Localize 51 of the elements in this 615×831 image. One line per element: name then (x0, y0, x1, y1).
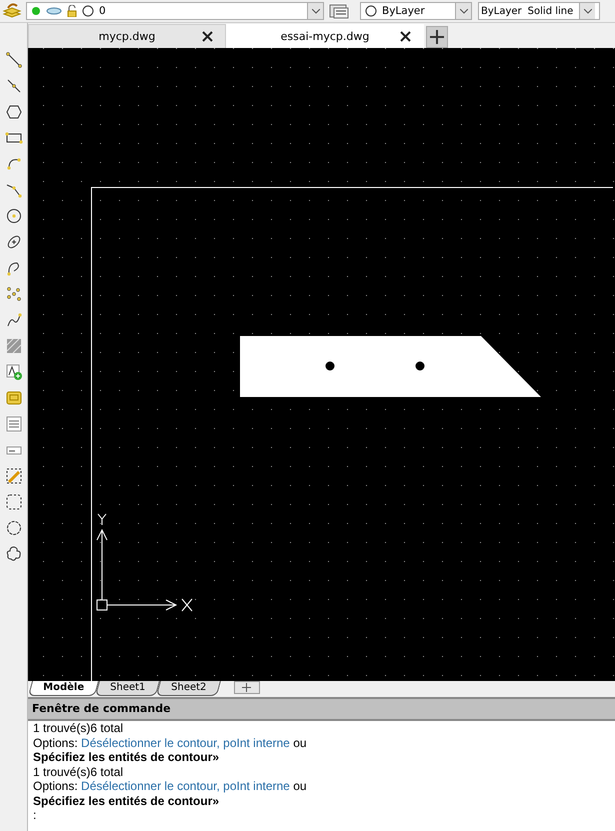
line-icon[interactable] (4, 51, 22, 69)
options-separator: ou (293, 779, 307, 793)
caret-icon (460, 8, 468, 14)
caret-icon (584, 8, 592, 14)
command-output: 1 trouvé(s)6 total (33, 721, 124, 736)
close-icon[interactable] (400, 31, 411, 42)
layout-tab[interactable]: Modèle (28, 681, 99, 696)
layer-name: 0 (99, 5, 106, 17)
file-tab[interactable]: essai-mycp.dwg (226, 24, 424, 48)
paragraph-icon[interactable] (4, 415, 22, 433)
layer-states-icon[interactable] (328, 2, 350, 20)
color-circle-icon (365, 5, 377, 17)
color-circle-icon (82, 5, 94, 17)
command-prompt: Spécifiez les entités de contour» (33, 794, 220, 808)
command-window-title: Fenêtre de commande (28, 697, 615, 721)
padlock-icon (67, 5, 77, 17)
options-separator: ou (293, 736, 307, 750)
options-label: Options: (33, 779, 78, 793)
option-link[interactable]: Désélectionner le contour, (81, 779, 220, 793)
color-dropdown[interactable]: ByLayer (360, 2, 472, 20)
circle-icon[interactable] (4, 207, 22, 225)
linetype-dropdown[interactable]: ByLayer Solid line (478, 2, 600, 20)
layers-icon[interactable] (2, 2, 22, 20)
pencil-icon[interactable] (4, 467, 22, 485)
add-text-icon[interactable] (4, 363, 22, 381)
block-icon[interactable] (4, 389, 22, 407)
add-layout-button[interactable] (234, 681, 260, 694)
command-output: 1 trouvé(s)6 total (33, 764, 124, 779)
file-tab[interactable]: mycp.dwg (28, 24, 226, 48)
hexagon-icon[interactable] (4, 103, 22, 121)
spline-icon[interactable] (4, 311, 22, 329)
new-tab-button[interactable] (426, 26, 448, 48)
command-output: : (33, 808, 38, 822)
linetype-value: ByLayer (481, 6, 522, 16)
option-link[interactable]: poInt interne (223, 736, 290, 750)
color-value: ByLayer (382, 5, 425, 17)
options-label: Options: (33, 736, 78, 750)
plus-icon (242, 683, 252, 692)
plus-icon (430, 30, 444, 44)
option-link[interactable]: poInt interne (223, 779, 290, 793)
command-prompt: Spécifiez les entités de contour» (33, 750, 220, 764)
linetype-description: Solid line (528, 6, 574, 16)
option-link[interactable]: Désélectionner le contour, (81, 736, 220, 750)
layout-tab[interactable]: Sheet2 (156, 681, 222, 696)
close-icon[interactable] (202, 31, 213, 42)
caret-icon (312, 8, 320, 14)
layout-tab[interactable]: Sheet1 (94, 681, 160, 696)
flower-icon[interactable] (4, 545, 22, 563)
dashed-rectangle-icon[interactable] (4, 493, 22, 511)
layer-dropdown[interactable]: 0 (26, 2, 324, 20)
points-icon[interactable] (4, 285, 22, 303)
